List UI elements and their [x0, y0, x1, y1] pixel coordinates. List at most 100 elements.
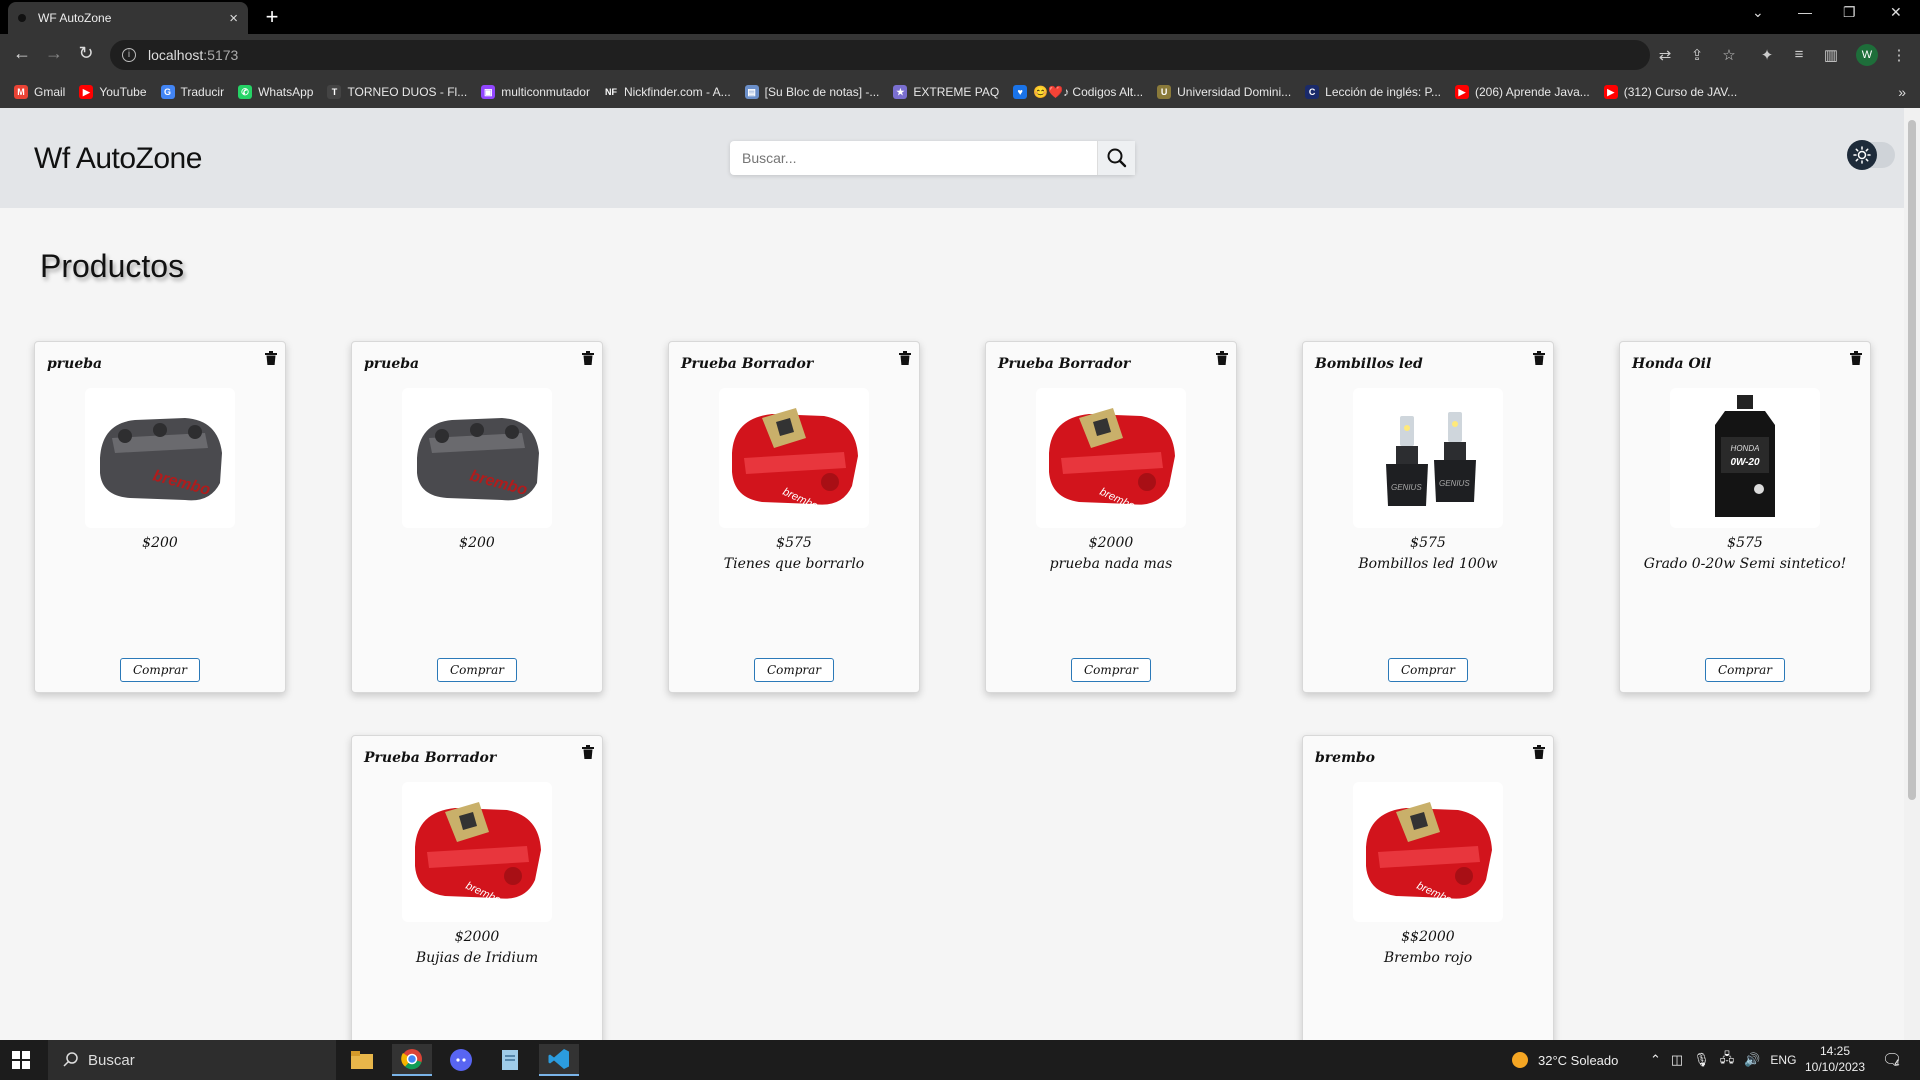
site-info-icon[interactable]: i	[122, 48, 136, 62]
reload-button[interactable]: ↻	[74, 43, 98, 64]
network-icon[interactable]: 🖧	[1720, 1049, 1735, 1071]
tab-search-icon[interactable]: ⌄	[1752, 4, 1764, 21]
tray-app-icon[interactable]: ◫	[1671, 1052, 1683, 1068]
microphone-icon[interactable]: 🎙	[1693, 1052, 1710, 1068]
sun-weather-icon	[1512, 1052, 1528, 1068]
browser-tab[interactable]: WF AutoZone ×	[8, 2, 248, 34]
buy-button[interactable]: Comprar	[1388, 658, 1468, 682]
taskbar-search-icon	[63, 1052, 78, 1067]
address-bar[interactable]: i localhost:5173	[110, 40, 1650, 70]
bookmark-label: Traducir	[180, 85, 225, 99]
bookmark-item[interactable]: C Lección de inglés: P...	[1305, 85, 1441, 99]
weather-widget[interactable]: 32°C Soleado	[1510, 1040, 1618, 1080]
bookmark-item[interactable]: ▶ (206) Aprende Java...	[1455, 85, 1590, 99]
bookmark-star-icon[interactable]: ☆	[1720, 46, 1738, 64]
trash-icon[interactable]	[582, 350, 594, 365]
menu-icon[interactable]: ⋮	[1890, 46, 1908, 64]
scrollbar-thumb[interactable]	[1908, 120, 1916, 800]
bookmark-favicon-icon: U	[1157, 85, 1172, 99]
product-card: Prueba Borrador brembo $2000 Bujias de Irid…	[351, 735, 603, 1040]
site-header: Wf AutoZone	[0, 108, 1904, 208]
profile-avatar[interactable]: W	[1856, 44, 1878, 66]
buy-button[interactable]: Comprar	[1705, 658, 1785, 682]
trash-icon[interactable]	[899, 350, 911, 365]
notification-center-icon[interactable]: 🗨 4	[1882, 1040, 1902, 1080]
back-button[interactable]: ←	[10, 43, 34, 64]
bookmark-label: Universidad Domini...	[1177, 85, 1292, 99]
tab-close-icon[interactable]: ×	[229, 10, 238, 27]
trash-icon[interactable]	[1533, 350, 1545, 365]
windows-start-icon[interactable]	[12, 1051, 30, 1069]
search-input[interactable]	[730, 141, 1095, 175]
bookmark-item[interactable]: T TORNEO DUOS - Fl...	[327, 85, 467, 99]
bookmark-item[interactable]: ▤ [Su Bloc de notas] -...	[744, 85, 879, 99]
buy-button[interactable]: Comprar	[754, 658, 834, 682]
product-price: $575	[776, 535, 812, 551]
bookmark-item[interactable]: ♥ 😊❤️♪ Codigos Alt...	[1013, 85, 1143, 99]
vscode-icon[interactable]	[539, 1044, 579, 1076]
buy-button[interactable]: Comprar	[1071, 658, 1151, 682]
bookmark-favicon-icon: ▶	[1603, 85, 1618, 99]
bookmark-favicon-icon: G	[160, 85, 175, 99]
bookmark-item[interactable]: ✆ WhatsApp	[238, 85, 313, 99]
extensions-icon[interactable]: ✦	[1758, 46, 1776, 64]
discord-icon[interactable]	[441, 1044, 481, 1076]
bookmark-item[interactable]: G Traducir	[160, 85, 225, 99]
bookmark-item[interactable]: ▶ (312) Curso de JAV...	[1603, 85, 1738, 99]
minimize-button[interactable]: —	[1798, 4, 1812, 20]
new-tab-button[interactable]: +	[260, 4, 284, 30]
notification-count: 4	[1894, 1058, 1900, 1068]
product-price: $200	[459, 535, 495, 551]
bookmark-item[interactable]: ★ EXTREME PAQ	[893, 85, 999, 99]
bookmark-item[interactable]: M Gmail	[14, 85, 65, 99]
bookmark-item[interactable]: U Universidad Domini...	[1157, 85, 1291, 99]
bookmark-item[interactable]: ▶ YouTube	[79, 85, 147, 99]
bookmark-favicon-icon: ▣	[481, 85, 496, 99]
file-explorer-icon[interactable]	[342, 1044, 382, 1076]
search-button[interactable]	[1097, 141, 1135, 175]
taskbar-search-label: Buscar	[88, 1051, 135, 1069]
trash-icon[interactable]	[265, 350, 277, 365]
trash-icon[interactable]	[1850, 350, 1862, 365]
taskbar-search[interactable]: Buscar	[48, 1040, 336, 1080]
chrome-taskbar-icon[interactable]	[392, 1044, 432, 1076]
volume-icon[interactable]: 🔊	[1744, 1052, 1760, 1068]
translate-icon[interactable]: ⇄	[1656, 46, 1674, 64]
language-indicator[interactable]: ENG	[1770, 1053, 1796, 1067]
restore-button[interactable]: ❐	[1843, 4, 1856, 21]
buy-button[interactable]: Comprar	[120, 658, 200, 682]
product-card: Prueba Borrador brembo $575 Tienes que borr…	[668, 341, 920, 693]
page-title: Productos	[40, 248, 185, 284]
notepad-icon[interactable]	[490, 1044, 530, 1076]
buy-button[interactable]: Comprar	[437, 658, 517, 682]
browser-tab-bar: WF AutoZone × + ⌄ — ❐ ✕	[0, 0, 1920, 34]
bookmark-label: (206) Aprende Java...	[1475, 85, 1590, 99]
forward-button[interactable]: →	[42, 43, 66, 64]
product-image: brembo	[85, 388, 235, 528]
bookmark-favicon-icon: ▶	[1455, 85, 1470, 99]
more-bookmarks-icon[interactable]: »	[1898, 84, 1906, 100]
system-tray: ⌃ ◫ 🎙 🖧 🔊 ENG	[1650, 1040, 1796, 1080]
bookmark-favicon-icon: M	[14, 85, 28, 99]
clock[interactable]: 14:25 10/10/2023	[1800, 1043, 1870, 1075]
bookmark-item[interactable]: NF Nickfinder.com - A...	[603, 85, 731, 99]
bookmark-favicon-icon: ▶	[79, 85, 94, 99]
site-logo[interactable]: Wf AutoZone	[34, 142, 202, 176]
page-scrollbar[interactable]	[1904, 108, 1920, 1040]
clock-date: 10/10/2023	[1804, 1060, 1866, 1074]
trash-icon[interactable]	[582, 744, 594, 759]
bookmark-label: Lección de inglés: P...	[1325, 85, 1442, 99]
trash-icon[interactable]	[1216, 350, 1228, 365]
side-panel-icon[interactable]: ▥	[1822, 46, 1840, 64]
product-description: Tienes que borrarlo	[723, 556, 865, 572]
trash-icon[interactable]	[1533, 744, 1545, 759]
product-name: Prueba Borrador	[681, 356, 814, 372]
media-icon[interactable]: ≡	[1790, 46, 1808, 63]
product-image: brembo	[402, 782, 552, 922]
theme-toggle[interactable]	[1847, 140, 1895, 170]
bookmark-label: (312) Curso de JAV...	[1623, 85, 1738, 99]
close-window-button[interactable]: ✕	[1890, 4, 1902, 21]
share-icon[interactable]: ⇪	[1688, 46, 1706, 64]
tray-chevron-icon[interactable]: ⌃	[1650, 1052, 1661, 1068]
bookmark-item[interactable]: ▣ multiconmutador	[481, 85, 590, 99]
